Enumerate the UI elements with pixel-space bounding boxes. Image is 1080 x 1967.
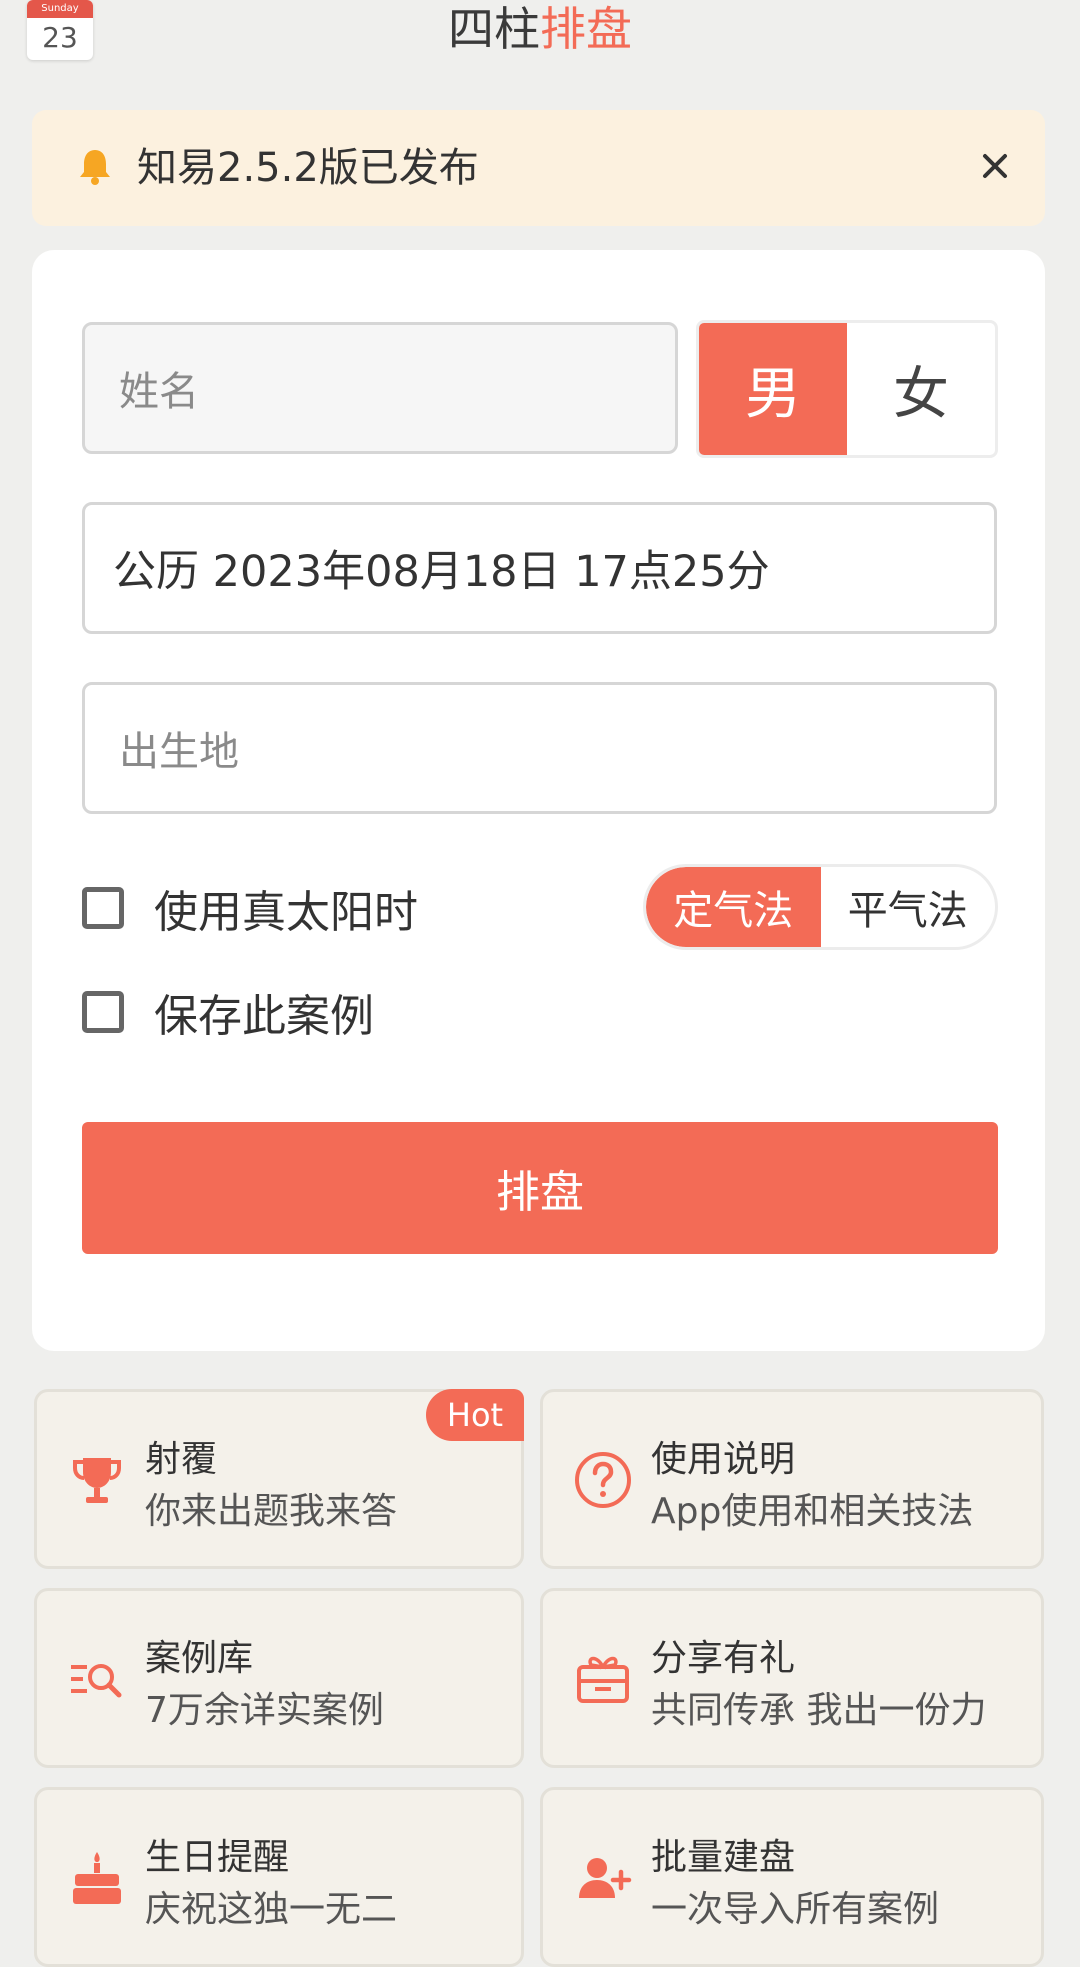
birthplace-input[interactable]: 出生地 — [82, 682, 997, 814]
tile-birthday-reminder[interactable]: 生日提醒 庆祝这独一无二 — [34, 1787, 524, 1967]
tile-subtitle: App使用和相关技法 — [651, 1491, 974, 1532]
header: Sunday 23 四柱排盘 — [0, 0, 1080, 90]
close-icon[interactable] — [973, 144, 1017, 188]
page-title: 四柱排盘 — [0, 0, 1080, 62]
tile-title: 案例库 — [145, 1638, 254, 1679]
title-accent: 排盘 — [540, 2, 632, 56]
add-user-icon — [579, 1858, 632, 1898]
tile-title: 批量建盘 — [651, 1837, 796, 1878]
tile-title: 分享有礼 — [651, 1638, 796, 1679]
update-notice[interactable]: 知易2.5.2版已发布 — [32, 110, 1045, 226]
qifa-toggle[interactable]: 定气法 平气法 — [643, 864, 998, 950]
gift-icon — [577, 1656, 629, 1703]
tile-subtitle: 一次导入所有案例 — [651, 1889, 940, 1930]
tile-title: 使用说明 — [651, 1439, 796, 1480]
tile-title: 生日提醒 — [145, 1837, 290, 1878]
gender-female-option[interactable]: 女 — [847, 323, 995, 455]
hot-badge: Hot — [426, 1389, 524, 1441]
notice-text: 知易2.5.2版已发布 — [137, 145, 479, 191]
tile-batch-create[interactable]: 批量建盘 一次导入所有案例 — [540, 1787, 1044, 1967]
save-case-label: 保存此案例 — [154, 991, 374, 1042]
submit-chart-button[interactable]: 排盘 — [82, 1122, 998, 1254]
tile-subtitle: 庆祝这独一无二 — [145, 1889, 398, 1930]
tile-shefu[interactable]: 射覆 你来出题我来答 Hot — [34, 1389, 524, 1569]
true-solar-time-row[interactable]: 使用真太阳时 — [82, 878, 418, 938]
tile-subtitle: 你来出题我来答 — [145, 1491, 398, 1532]
qifa-fixed-option[interactable]: 定气法 — [646, 867, 821, 947]
qifa-mean-option[interactable]: 平气法 — [821, 867, 996, 947]
help-circle-icon — [575, 1452, 631, 1508]
gender-male-option[interactable]: 男 — [699, 323, 847, 455]
bell-icon — [80, 150, 110, 185]
search-list-icon — [71, 1664, 122, 1698]
tile-subtitle: 7万余详实案例 — [145, 1690, 384, 1731]
true-solar-time-checkbox[interactable] — [82, 887, 124, 929]
tile-subtitle: 共同传承 我出一份力 — [651, 1690, 987, 1731]
tile-usage-guide[interactable]: 使用说明 App使用和相关技法 — [540, 1389, 1044, 1569]
true-solar-time-label: 使用真太阳时 — [154, 887, 418, 938]
tile-title: 射覆 — [145, 1439, 218, 1480]
tile-share-gift[interactable]: 分享有礼 共同传承 我出一份力 — [540, 1588, 1044, 1768]
chart-form-card: 姓名 男 女 公历 2023年08月18日 17点25分 出生地 使用真太阳时 … — [32, 250, 1045, 1351]
save-case-checkbox[interactable] — [82, 991, 124, 1033]
trophy-icon — [73, 1458, 121, 1503]
cake-icon — [73, 1852, 121, 1904]
gender-toggle[interactable]: 男 女 — [696, 320, 998, 458]
birth-datetime-field[interactable]: 公历 2023年08月18日 17点25分 — [82, 502, 997, 634]
tile-case-library[interactable]: 案例库 7万余详实案例 — [34, 1588, 524, 1768]
save-case-row[interactable]: 保存此案例 — [82, 982, 374, 1042]
title-main: 四柱 — [448, 2, 540, 56]
name-input[interactable]: 姓名 — [82, 322, 678, 454]
